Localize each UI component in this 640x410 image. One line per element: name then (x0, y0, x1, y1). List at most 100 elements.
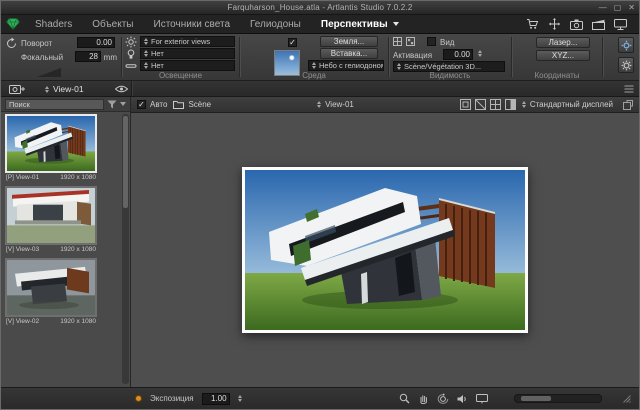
insert-button[interactable]: Вставка... (320, 48, 378, 59)
tab-heliodons[interactable]: Гелиодоны (240, 19, 311, 30)
focal-unit: mm (104, 53, 117, 62)
render-settings-button[interactable] (618, 37, 634, 53)
activation-stepper[interactable] (478, 50, 482, 57)
heliodon-preset-dropdown[interactable]: For exterior views (140, 36, 235, 47)
current-view-name: View-01 (53, 84, 84, 94)
grid-overlay-icon[interactable] (490, 99, 501, 110)
view-02-thumbnail[interactable] (5, 258, 97, 317)
exposure-input[interactable] (202, 393, 230, 405)
coordinates-group: Лазер... XYZ... Координаты (514, 34, 600, 81)
orbit-icon[interactable] (437, 393, 449, 404)
list-item[interactable]: [V] View-03 1920 x 1080 (5, 186, 120, 253)
tab-shaders-label: Shaders (35, 19, 72, 30)
scene-selector[interactable]: Scène (173, 100, 211, 109)
environment-checkbox[interactable]: ✓ (288, 38, 297, 47)
speaker-icon[interactable] (457, 394, 468, 404)
add-camera-icon[interactable] (9, 83, 26, 94)
panel-list-icon[interactable] (624, 85, 634, 93)
animation-clapper-icon[interactable] (592, 19, 605, 30)
view-03-thumbnail[interactable] (5, 186, 97, 245)
render-frame-icon[interactable] (460, 99, 471, 110)
window-title: Farquharson_House.atla - Artlantis Studi… (227, 3, 412, 12)
display-mode-selector[interactable]: Стандартный дисплей (522, 100, 613, 109)
views-sidebar: [P] View-01 1920 x 1080 [V] View-03 1920… (1, 97, 131, 387)
ground-button[interactable]: Земля... (320, 36, 378, 47)
focal-label: Фокальный (21, 53, 63, 62)
layer-grid-alt-icon[interactable] (406, 37, 415, 46)
resize-grip-icon[interactable] (622, 394, 631, 403)
spinner-icon (317, 101, 321, 108)
lamp-preset-dropdown[interactable]: Нет (140, 48, 235, 59)
view-01-preview (7, 116, 95, 171)
xyz-button[interactable]: XYZ... (536, 50, 590, 61)
filter-funnel-icon[interactable] (107, 100, 117, 109)
search-row (1, 97, 130, 112)
exposure-stepper[interactable] (238, 395, 242, 402)
divider (131, 81, 132, 96)
slider-thumb[interactable] (521, 396, 551, 401)
view-03-preview (7, 188, 95, 243)
display-monitor-icon[interactable] (614, 19, 627, 30)
view-tag: [V] (6, 318, 14, 325)
title-bar: Farquharson_House.atla - Artlantis Studi… (1, 1, 639, 15)
tab-perspectives-label: Перспективы (321, 19, 388, 30)
filter-caret-icon[interactable] (120, 102, 126, 106)
view-02-preview (7, 260, 95, 315)
viewport-canvas[interactable] (131, 113, 639, 387)
media-store-cart-icon[interactable] (526, 18, 539, 30)
inspector-toolbar: Поворот Фокальный mm For exterior views … (1, 34, 639, 81)
viewport-view-selector[interactable]: View-01 (317, 100, 354, 109)
eye-icon[interactable] (115, 85, 128, 93)
close-button[interactable]: ✕ (628, 3, 635, 13)
layers-dropdown-value: Scène/Végétation 3D... (404, 62, 481, 71)
toolbar-divider (388, 37, 389, 77)
viewport-display-icons (460, 99, 516, 110)
safe-area-icon[interactable] (475, 99, 486, 110)
sky-preset-dropdown[interactable]: Небо с гелиодоном (308, 60, 384, 71)
tab-objects-label: Объекты (92, 19, 133, 30)
scrollbar-thumb[interactable] (123, 116, 128, 208)
toolbar-divider (121, 37, 122, 77)
maximize-button[interactable]: ▢ (614, 3, 622, 13)
auto-update-control[interactable]: ✓ Авто (137, 100, 167, 109)
zoom-icon[interactable] (399, 393, 410, 404)
tab-perspectives[interactable]: Перспективы (311, 19, 409, 30)
detach-panel-icon[interactable] (623, 100, 633, 110)
tab-shaders[interactable]: Shaders (25, 19, 82, 30)
view-tag: [V] (6, 246, 14, 253)
dropdown-caret-icon (393, 22, 399, 26)
view-switcher-arrows[interactable] (45, 86, 49, 93)
layer-grid-icon[interactable] (393, 37, 402, 46)
render-view[interactable] (242, 167, 528, 333)
tab-objects[interactable]: Объекты (82, 19, 143, 30)
activation-label: Активация (393, 51, 432, 60)
minimize-button[interactable]: — (599, 3, 607, 13)
view-switcher[interactable]: View-01 (45, 81, 84, 97)
auto-checkbox[interactable]: ✓ (137, 100, 146, 109)
pan-hand-icon[interactable] (418, 393, 429, 404)
tab-lights[interactable]: Источники света (144, 19, 241, 30)
rotation-input[interactable] (77, 37, 115, 48)
list-item[interactable]: [V] View-02 1920 x 1080 (5, 258, 120, 325)
view-01-thumbnail[interactable] (5, 114, 97, 173)
search-input[interactable] (5, 99, 104, 110)
list-item[interactable]: [P] View-01 1920 x 1080 (5, 114, 120, 181)
sidebar-scrollbar[interactable] (122, 114, 129, 384)
viewport-view-name: View-01 (325, 100, 354, 109)
focal-slider[interactable] (37, 68, 61, 77)
spinner-icon (144, 50, 148, 57)
preview-quality-slider[interactable] (514, 394, 602, 403)
view-thumbnail-list: [P] View-01 1920 x 1080 [V] View-03 1920… (5, 114, 120, 387)
render-camera-icon[interactable] (570, 19, 583, 30)
activation-input[interactable] (443, 49, 473, 60)
laser-button[interactable]: Лазер... (536, 37, 590, 48)
preferences-gear-button[interactable] (618, 57, 634, 73)
move-tool-icon[interactable] (548, 18, 561, 30)
view-resolution: 1920 x 1080 (60, 318, 96, 325)
focal-input[interactable] (75, 51, 101, 62)
mask-toggle-icon[interactable] (505, 99, 516, 110)
screen-icon[interactable] (476, 394, 488, 404)
neon-preset-dropdown[interactable]: Нет (140, 60, 235, 71)
view-checkbox[interactable] (427, 37, 436, 46)
coordinates-group-label: Координаты (514, 71, 600, 80)
